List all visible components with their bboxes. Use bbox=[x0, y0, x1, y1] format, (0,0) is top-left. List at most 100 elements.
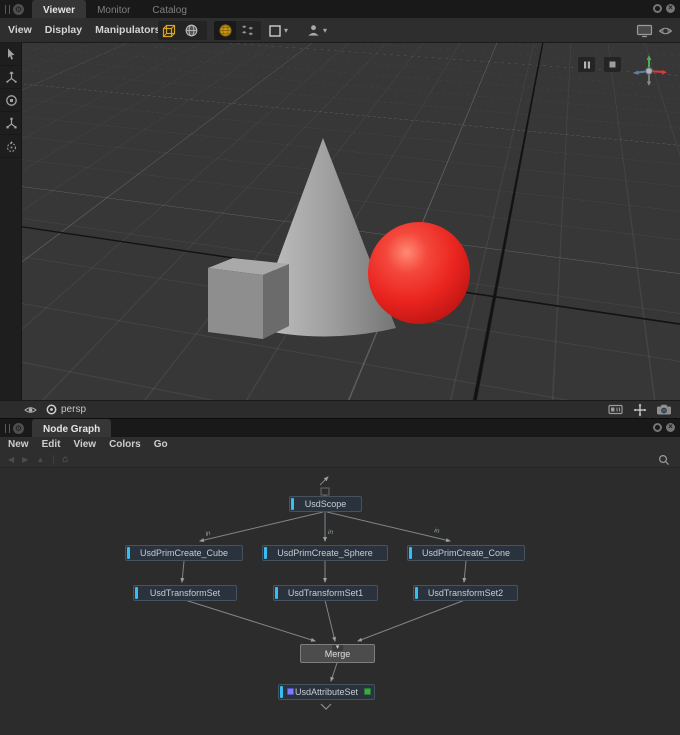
merge-inputs-chevron-icon[interactable]: ▾ bbox=[332, 645, 344, 651]
node-label: UsdPrimCreate_Cone bbox=[422, 548, 510, 558]
search-icon[interactable] bbox=[658, 454, 670, 466]
menu-colors[interactable]: Colors bbox=[109, 439, 141, 450]
rotate-icon bbox=[4, 93, 19, 108]
nav-up-button[interactable]: ▲ bbox=[36, 455, 44, 464]
renderer-toolbar-group bbox=[214, 21, 261, 40]
panel-gear-icon[interactable]: ⚙ bbox=[13, 4, 24, 15]
view-flag-icon[interactable] bbox=[364, 688, 371, 695]
node-accent-bar bbox=[135, 587, 138, 599]
node-usd-prim-create-sphere[interactable]: UsdPrimCreate_Sphere bbox=[262, 545, 388, 561]
close-panel-icon[interactable]: × bbox=[666, 423, 675, 432]
menu-go[interactable]: Go bbox=[154, 439, 168, 450]
cube-mesh[interactable] bbox=[208, 258, 289, 339]
node-graph-canvas[interactable]: in in in UsdScope UsdPrimCreate_Cube bbox=[0, 468, 680, 735]
node-accent-bar bbox=[264, 547, 267, 559]
scene-geometry bbox=[0, 43, 680, 400]
film-gate-icon[interactable] bbox=[608, 404, 624, 415]
camera-icon[interactable] bbox=[656, 404, 672, 415]
select-tool-button[interactable] bbox=[0, 43, 22, 66]
chevron-down-icon: ▾ bbox=[323, 26, 327, 35]
stop-icon bbox=[609, 61, 616, 68]
node-label: UsdAttributeSet bbox=[295, 687, 358, 697]
menu-display[interactable]: Display bbox=[45, 24, 82, 36]
pause-button[interactable] bbox=[578, 57, 595, 72]
node-graph-panel: ⚙ Node Graph × New Edit View Colors Go ◀… bbox=[0, 418, 680, 734]
tab-node-graph[interactable]: Node Graph bbox=[32, 419, 111, 437]
viewer-panel: ⚙ Viewer Monitor Catalog × View Display … bbox=[0, 0, 680, 418]
proxy-display-button[interactable]: ▾ bbox=[306, 21, 327, 40]
close-panel-icon[interactable]: × bbox=[666, 4, 675, 13]
node-usd-prim-create-cone[interactable]: UsdPrimCreate_Cone bbox=[407, 545, 525, 561]
node-label: UsdScope bbox=[305, 499, 347, 509]
shading-toolbar-group bbox=[158, 21, 207, 40]
node-accent-bar bbox=[291, 498, 294, 510]
layers-toggle[interactable] bbox=[236, 21, 258, 40]
pan-arrows-icon[interactable] bbox=[633, 403, 647, 417]
node-accent-bar bbox=[415, 587, 418, 599]
node-usd-scope[interactable]: UsdScope bbox=[289, 496, 362, 512]
menu-view[interactable]: View bbox=[73, 439, 96, 450]
axis-gizmo[interactable] bbox=[629, 53, 671, 89]
float-panel-icon[interactable] bbox=[653, 4, 662, 13]
sphere-mesh[interactable] bbox=[368, 222, 470, 324]
sphere-icon bbox=[218, 23, 233, 38]
node-graph-navbar: ◀ ▶ ▲ ⌂ bbox=[0, 452, 680, 468]
node-accent-bar bbox=[275, 587, 278, 599]
menu-manipulators[interactable]: Manipulators bbox=[95, 24, 160, 36]
menu-view[interactable]: View bbox=[8, 24, 32, 36]
scale-tool-button[interactable] bbox=[0, 112, 22, 135]
translate-icon bbox=[4, 70, 19, 85]
environment-toggle[interactable] bbox=[180, 21, 202, 40]
node-usd-transform-set1[interactable]: UsdTransformSet1 bbox=[273, 585, 378, 601]
menu-edit[interactable]: Edit bbox=[42, 439, 61, 450]
menu-new[interactable]: New bbox=[8, 439, 29, 450]
eye-icon bbox=[658, 25, 673, 37]
shaded-cube-toggle[interactable] bbox=[158, 21, 180, 40]
tab-viewer[interactable]: Viewer bbox=[32, 0, 86, 18]
pivot-tool-button[interactable] bbox=[0, 135, 22, 158]
viewport-3d[interactable] bbox=[0, 42, 680, 400]
camera-ring-icon[interactable] bbox=[46, 404, 57, 415]
viewer-tabbar: ⚙ Viewer Monitor Catalog × bbox=[0, 0, 680, 18]
hydra-viewer-toggle[interactable] bbox=[214, 21, 236, 40]
selection-mode-button[interactable]: ▾ bbox=[268, 21, 288, 40]
edit-flag-icon[interactable] bbox=[287, 688, 294, 695]
tab-catalog[interactable]: Catalog bbox=[141, 0, 197, 18]
node-accent-bar bbox=[409, 547, 412, 559]
port-label-in: in bbox=[328, 529, 333, 536]
viewer-tool-column bbox=[0, 43, 22, 400]
node-label: UsdTransformSet1 bbox=[288, 588, 363, 598]
node-accent-bar bbox=[127, 547, 130, 559]
float-panel-icon[interactable] bbox=[653, 423, 662, 432]
node-accent-bar bbox=[280, 686, 283, 698]
node-label: UsdPrimCreate_Sphere bbox=[277, 548, 373, 558]
display-settings-button[interactable] bbox=[636, 21, 653, 40]
nav-back-button[interactable]: ◀ bbox=[8, 455, 14, 464]
node-usd-transform-set[interactable]: UsdTransformSet bbox=[133, 585, 237, 601]
node-graph-menubar: New Edit View Colors Go bbox=[0, 437, 680, 452]
stop-button[interactable] bbox=[604, 57, 621, 72]
panel-gear-icon[interactable]: ⚙ bbox=[13, 423, 24, 434]
node-usd-prim-create-cube[interactable]: UsdPrimCreate_Cube bbox=[125, 545, 243, 561]
node-merge[interactable]: ▾ Merge bbox=[300, 644, 375, 663]
node-usd-attribute-set[interactable]: UsdAttributeSet bbox=[278, 684, 375, 700]
nav-forward-button[interactable]: ▶ bbox=[22, 455, 28, 464]
panel-drag-handle[interactable] bbox=[5, 5, 10, 14]
node-label: UsdTransformSet bbox=[150, 588, 220, 598]
camera-selector[interactable]: persp bbox=[61, 404, 86, 415]
visibility-eye-icon[interactable] bbox=[24, 405, 37, 415]
person-icon bbox=[306, 23, 321, 38]
panel-drag-handle[interactable] bbox=[5, 424, 10, 433]
pivot-icon bbox=[4, 139, 19, 154]
pause-icon bbox=[583, 61, 591, 69]
snapshot-button[interactable] bbox=[658, 21, 673, 40]
rotate-tool-button[interactable] bbox=[0, 89, 22, 112]
layers-icon bbox=[240, 23, 255, 38]
node-usd-transform-set2[interactable]: UsdTransformSet2 bbox=[413, 585, 518, 601]
node-graph-tabbar: ⚙ Node Graph × bbox=[0, 419, 680, 437]
translate-tool-button[interactable] bbox=[0, 66, 22, 89]
scale-icon bbox=[4, 116, 19, 131]
nav-home-button[interactable]: ⌂ bbox=[62, 454, 68, 465]
tab-monitor[interactable]: Monitor bbox=[86, 0, 141, 18]
cube-icon bbox=[161, 23, 177, 39]
